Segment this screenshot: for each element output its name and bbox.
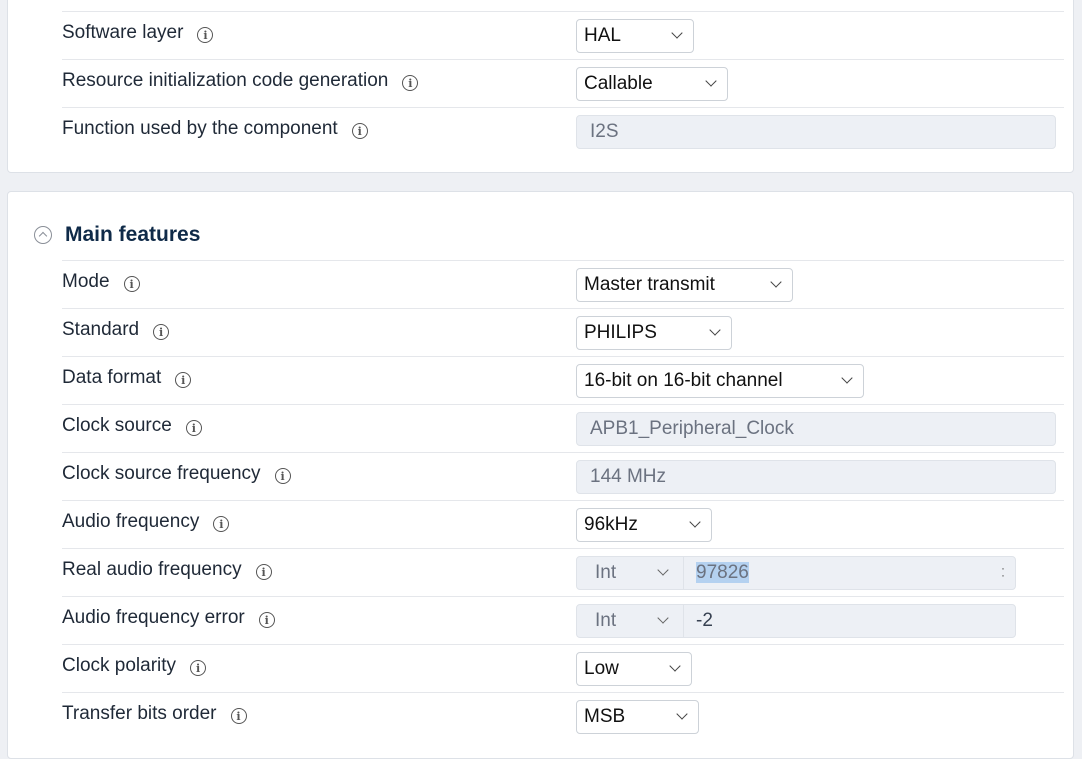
row-software-layer: Software layer i HAL bbox=[62, 11, 1064, 59]
info-icon[interactable]: i bbox=[255, 564, 272, 580]
info-icon[interactable]: i bbox=[258, 612, 275, 628]
type-select[interactable]: Int bbox=[577, 605, 684, 637]
row-mode: Mode i Master transmit bbox=[62, 260, 1064, 308]
audio-frequency-error-value[interactable]: -2 bbox=[696, 605, 713, 637]
real-audio-frequency-value[interactable]: 97826 bbox=[696, 562, 749, 583]
transfer-bits-order-select[interactable]: MSB bbox=[576, 700, 699, 734]
audio-frequency-error-label: Audio frequency error bbox=[62, 607, 245, 628]
row-standard: Standard i PHILIPS bbox=[62, 308, 1064, 356]
info-icon[interactable]: i bbox=[175, 372, 192, 388]
audio-frequency-select[interactable]: 96kHz bbox=[576, 508, 712, 542]
chevron-down-icon bbox=[709, 324, 721, 336]
standard-label: Standard bbox=[62, 319, 140, 340]
software-layer-label: Software layer bbox=[62, 22, 184, 43]
clock-polarity-select[interactable]: Low bbox=[576, 652, 692, 686]
mode-label: Mode bbox=[62, 271, 110, 292]
info-icon[interactable]: i bbox=[190, 660, 207, 676]
row-audio-frequency: Audio frequency i 96kHz bbox=[62, 500, 1064, 548]
info-icon[interactable]: i bbox=[197, 27, 214, 43]
mode-select[interactable]: Master transmit bbox=[576, 268, 793, 302]
chevron-down-icon bbox=[657, 612, 669, 624]
clock-source-frequency-label: Clock source frequency bbox=[62, 463, 261, 484]
transfer-bits-order-label: Transfer bits order bbox=[62, 703, 217, 724]
chevron-down-icon bbox=[671, 27, 683, 39]
row-resource-init: Resource initialization code generation … bbox=[62, 59, 1064, 107]
data-format-label: Data format bbox=[62, 367, 162, 388]
clock-source-frequency-field: 144 MHz bbox=[576, 460, 1056, 494]
section-header[interactable]: Main features bbox=[34, 223, 200, 247]
info-icon[interactable]: i bbox=[153, 324, 170, 340]
row-real-audio-frequency: Real audio frequency i Int 97826 · · bbox=[62, 548, 1064, 596]
clock-source-label: Clock source bbox=[62, 415, 172, 436]
row-transfer-bits-order: Transfer bits order i MSB bbox=[62, 692, 1064, 740]
clock-polarity-label: Clock polarity bbox=[62, 655, 177, 676]
collapse-icon[interactable] bbox=[34, 226, 52, 244]
clock-source-field: APB1_Peripheral_Clock bbox=[576, 412, 1056, 446]
info-icon[interactable]: i bbox=[351, 123, 368, 139]
row-audio-frequency-error: Audio frequency error i Int -2 bbox=[62, 596, 1064, 644]
info-icon[interactable]: i bbox=[230, 708, 247, 724]
main-features-card: Main features Mode i Master transmit Sta… bbox=[7, 191, 1074, 759]
audio-frequency-label: Audio frequency bbox=[62, 511, 200, 532]
resource-init-label: Resource initialization code generation bbox=[62, 70, 389, 91]
info-icon[interactable]: i bbox=[185, 420, 202, 436]
section-title: Main features bbox=[65, 223, 201, 246]
real-audio-frequency-field: Int 97826 · · bbox=[576, 556, 1016, 590]
row-data-format: Data format i 16-bit on 16-bit channel bbox=[62, 356, 1064, 404]
spinner-icon[interactable]: · · bbox=[1001, 562, 1005, 581]
chevron-down-icon bbox=[689, 516, 701, 528]
chevron-down-icon bbox=[657, 564, 669, 576]
component-config-card: Software layer i HAL Resource initializa… bbox=[7, 0, 1074, 173]
type-select[interactable]: Int bbox=[577, 557, 684, 589]
row-clock-polarity: Clock polarity i Low bbox=[62, 644, 1064, 692]
real-audio-frequency-label: Real audio frequency bbox=[62, 559, 242, 580]
row-clock-source-frequency: Clock source frequency i 144 MHz bbox=[62, 452, 1064, 500]
row-clock-source: Clock source i APB1_Peripheral_Clock bbox=[62, 404, 1064, 452]
info-icon[interactable]: i bbox=[274, 468, 291, 484]
data-format-select[interactable]: 16-bit on 16-bit channel bbox=[576, 364, 864, 398]
function-used-label: Function used by the component bbox=[62, 118, 338, 139]
chevron-down-icon bbox=[676, 708, 688, 720]
audio-frequency-error-field: Int -2 bbox=[576, 604, 1016, 638]
chevron-down-icon bbox=[770, 276, 782, 288]
info-icon[interactable]: i bbox=[213, 516, 230, 532]
software-layer-select[interactable]: HAL bbox=[576, 19, 694, 53]
function-used-field: I2S bbox=[576, 115, 1056, 149]
info-icon[interactable]: i bbox=[402, 75, 419, 91]
chevron-down-icon bbox=[705, 75, 717, 87]
row-function-used: Function used by the component i I2S bbox=[62, 107, 1064, 155]
info-icon[interactable]: i bbox=[123, 276, 140, 292]
standard-select[interactable]: PHILIPS bbox=[576, 316, 732, 350]
resource-init-select[interactable]: Callable bbox=[576, 67, 728, 101]
chevron-down-icon bbox=[841, 372, 853, 384]
chevron-down-icon bbox=[669, 660, 681, 672]
